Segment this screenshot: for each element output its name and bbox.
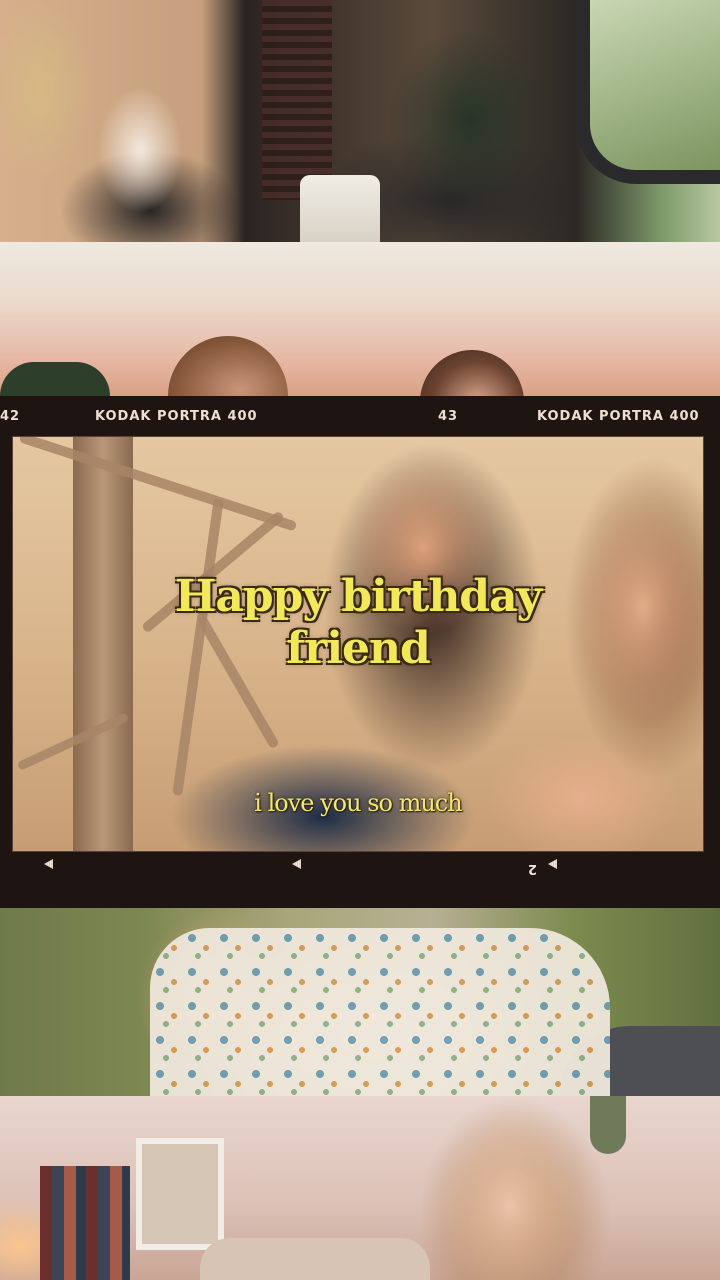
film-photo-main: Happy birthday friend i love you so much — [12, 436, 704, 852]
greeting-line-1: Happy birthday — [174, 571, 542, 622]
book-stack — [40, 1166, 130, 1280]
greeting-line-2: friend — [286, 623, 431, 674]
greeting-title: Happy birthday friend — [13, 571, 703, 675]
photo-sunset-sky — [0, 242, 720, 396]
arrow-left-icon — [548, 859, 557, 869]
wall-hanging — [590, 1096, 626, 1154]
film-brand-right: KODAK PORTRA 400 — [537, 409, 700, 424]
arrow-left-icon — [292, 859, 301, 869]
frame-number-bottom: 2 — [527, 861, 538, 876]
film-edge-top: 42 KODAK PORTRA 400 43 KODAK PORTRA 400 — [0, 396, 720, 436]
white-handbag — [300, 175, 380, 242]
film-brand-left: KODAK PORTRA 400 — [95, 409, 258, 424]
tree-silhouette — [0, 362, 110, 396]
film-strip-frame: 42 KODAK PORTRA 400 43 KODAK PORTRA 400 … — [0, 396, 720, 908]
person-head-left — [168, 336, 288, 396]
pillow — [200, 1238, 430, 1280]
picture-frame — [136, 1138, 224, 1250]
love-caption: i love you so much — [254, 789, 462, 817]
sculpture-branch — [18, 437, 298, 532]
floral-blanket — [150, 928, 610, 1096]
film-edge-bottom: 2 — [0, 850, 720, 890]
photo-train-seats — [0, 0, 720, 242]
photo-bedroom — [0, 1096, 720, 1280]
photo-blanket-hug — [0, 908, 720, 1096]
frame-number-left: 42 — [0, 409, 21, 424]
seat-pattern — [262, 0, 332, 200]
train-window — [576, 0, 720, 184]
arrow-left-icon — [44, 859, 53, 869]
frame-number-right: 43 — [438, 409, 459, 424]
person-head-right — [420, 350, 524, 396]
